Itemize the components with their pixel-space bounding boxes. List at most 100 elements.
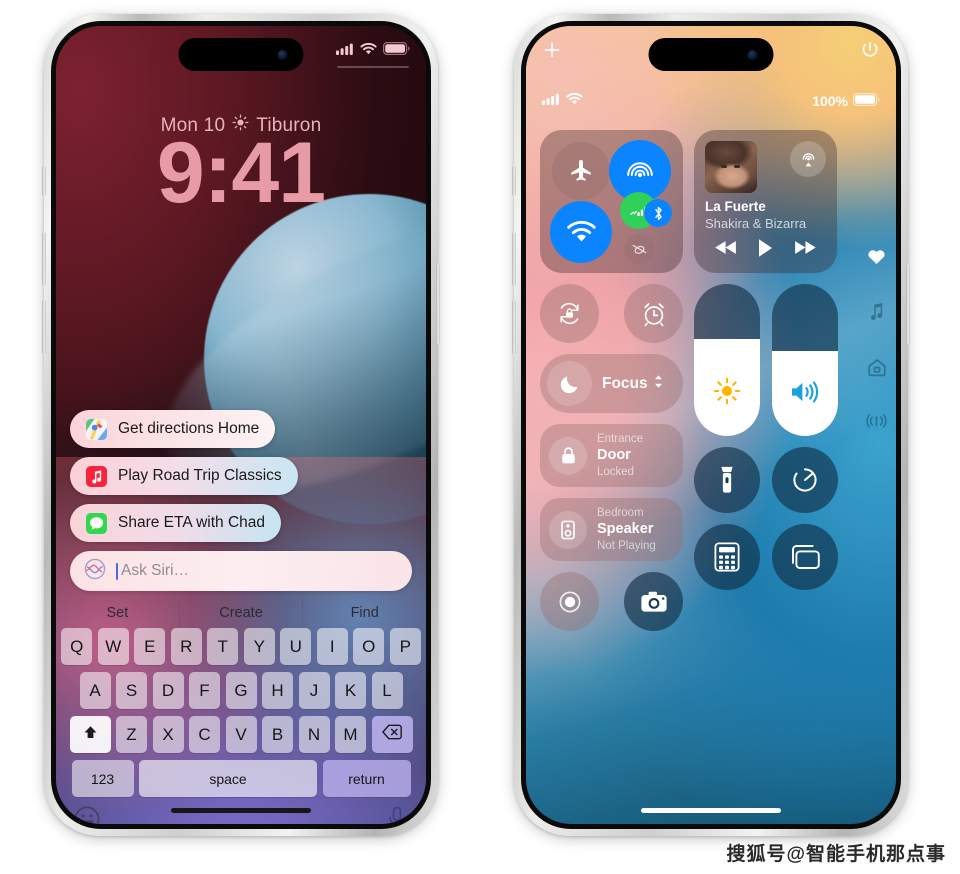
key-r[interactable]: R [170,628,202,665]
volume-down-button[interactable] [512,300,516,354]
suggestion-share-eta[interactable]: Share ETA with Chad [70,504,282,542]
key-o[interactable]: O [353,628,385,665]
keyboard-row-2: ASDFGHJKL [56,672,426,709]
suggestion-play-music[interactable]: Play Road Trip Classics [70,457,298,495]
flashlight-button[interactable] [694,447,760,513]
key-i[interactable]: I [316,628,348,665]
connectivity-icon[interactable] [866,414,887,436]
key-d[interactable]: D [152,672,184,709]
return-key[interactable]: return [322,760,411,797]
track-title: La Fuerte [705,199,766,214]
key-q[interactable]: Q [61,628,93,665]
key-z[interactable]: Z [116,716,147,753]
key-c[interactable]: C [189,716,220,753]
key-b[interactable]: B [262,716,293,753]
key-e[interactable]: E [134,628,166,665]
prediction-1[interactable]: Create [178,598,303,628]
shift-key[interactable] [69,716,111,753]
volume-slider[interactable] [772,284,838,436]
focus-toggle[interactable]: Focus [540,354,683,413]
key-l[interactable]: L [371,672,403,709]
fast-forward-icon[interactable] [793,240,817,260]
space-key[interactable]: space [139,760,317,797]
play-icon[interactable] [757,238,774,263]
left-phone-bezel: Mon 10 Tiburon 9:41 Get directions Home … [51,21,431,829]
front-camera [277,49,288,60]
volume-up-button[interactable] [512,232,516,286]
music-note-icon[interactable] [868,302,885,326]
calculator-button[interactable] [694,524,760,590]
battery-icon [853,93,880,109]
key-p[interactable]: P [389,628,421,665]
key-t[interactable]: T [207,628,239,665]
home-tile-status: Not Playing [597,539,656,552]
numbers-key[interactable]: 123 [71,760,134,797]
microphone-icon[interactable] [386,806,408,824]
key-v[interactable]: V [225,716,257,753]
airplane-mode-toggle[interactable] [552,142,610,200]
playback-controls [705,238,826,263]
key-f[interactable]: F [189,672,220,709]
volume-down-button[interactable] [42,300,46,354]
messages-app-icon [86,512,107,534]
key-h[interactable]: H [262,672,293,709]
control-center-top-bar [542,40,880,65]
home-indicator[interactable] [641,808,781,813]
power-button[interactable] [436,264,440,344]
camera-button[interactable] [624,572,683,631]
alarm-shortcut[interactable] [624,284,683,343]
key-u[interactable]: U [280,628,312,665]
key-j[interactable]: J [298,672,330,709]
timer-button[interactable] [772,447,838,513]
prediction-2[interactable]: Find [302,598,426,628]
emoji-icon[interactable] [74,806,100,824]
screen-mirroring-button[interactable] [772,524,838,590]
key-w[interactable]: W [97,628,129,665]
screen-record-button[interactable] [540,572,599,631]
brightness-icon [713,377,741,410]
key-n[interactable]: N [298,716,330,753]
home-tile-speaker[interactable]: Bedroom Speaker Not Playing [540,498,683,561]
home-tile-room: Bedroom [597,507,644,520]
backspace-key[interactable] [371,716,413,753]
dynamic-island[interactable] [178,38,304,71]
suggestion-get-directions[interactable]: Get directions Home [70,410,276,448]
onscreen-keyboard: QWERTYUIOP ASDFGHJKL ZXCVBNM 123 space r… [56,628,426,824]
right-phone-screen: 100% La Fuerte Shakira & Bizarra Focus E… [526,26,896,824]
personal-hotspot-toggle[interactable] [624,234,654,264]
left-phone-device: Mon 10 Tiburon 9:41 Get directions Home … [42,14,440,836]
home-tile-door[interactable]: Entrance Door Locked [540,424,683,487]
maps-app-icon [86,418,107,440]
music-app-icon [86,465,107,487]
key-s[interactable]: S [116,672,147,709]
key-a[interactable]: A [79,672,111,709]
key-m[interactable]: M [335,716,366,753]
key-x[interactable]: X [152,716,184,753]
ask-siri-input[interactable]: Ask Siri… [70,551,412,591]
brightness-slider[interactable] [694,284,760,436]
track-artist: Shakira & Bizarra [705,215,807,231]
key-g[interactable]: G [225,672,257,709]
home-indicator[interactable] [171,808,311,813]
power-icon[interactable] [860,40,880,65]
wifi-icon [360,42,377,55]
prediction-0[interactable]: Set [56,598,179,628]
control-center-grid: La Fuerte Shakira & Bizarra Focus Entran… [540,130,858,824]
key-y[interactable]: Y [243,628,275,665]
action-button[interactable] [42,166,46,196]
right-phone-device: 100% La Fuerte Shakira & Bizarra Focus E… [512,14,910,836]
now-playing-module[interactable]: La Fuerte Shakira & Bizarra [694,130,837,273]
bluetooth-toggle[interactable] [644,199,672,227]
volume-up-button[interactable] [42,232,46,286]
action-button[interactable] [512,166,516,196]
plus-icon[interactable] [542,40,562,65]
home-icon[interactable] [867,358,887,382]
heart-icon[interactable] [867,248,886,270]
power-button[interactable] [906,264,910,344]
airplay-icon[interactable] [790,141,826,177]
key-k[interactable]: K [335,672,366,709]
rotation-lock-toggle[interactable] [540,284,599,343]
watermark: 搜狐号@智能手机那点事 [726,844,946,865]
wifi-toggle[interactable] [550,201,612,263]
rewind-icon[interactable] [714,240,738,260]
